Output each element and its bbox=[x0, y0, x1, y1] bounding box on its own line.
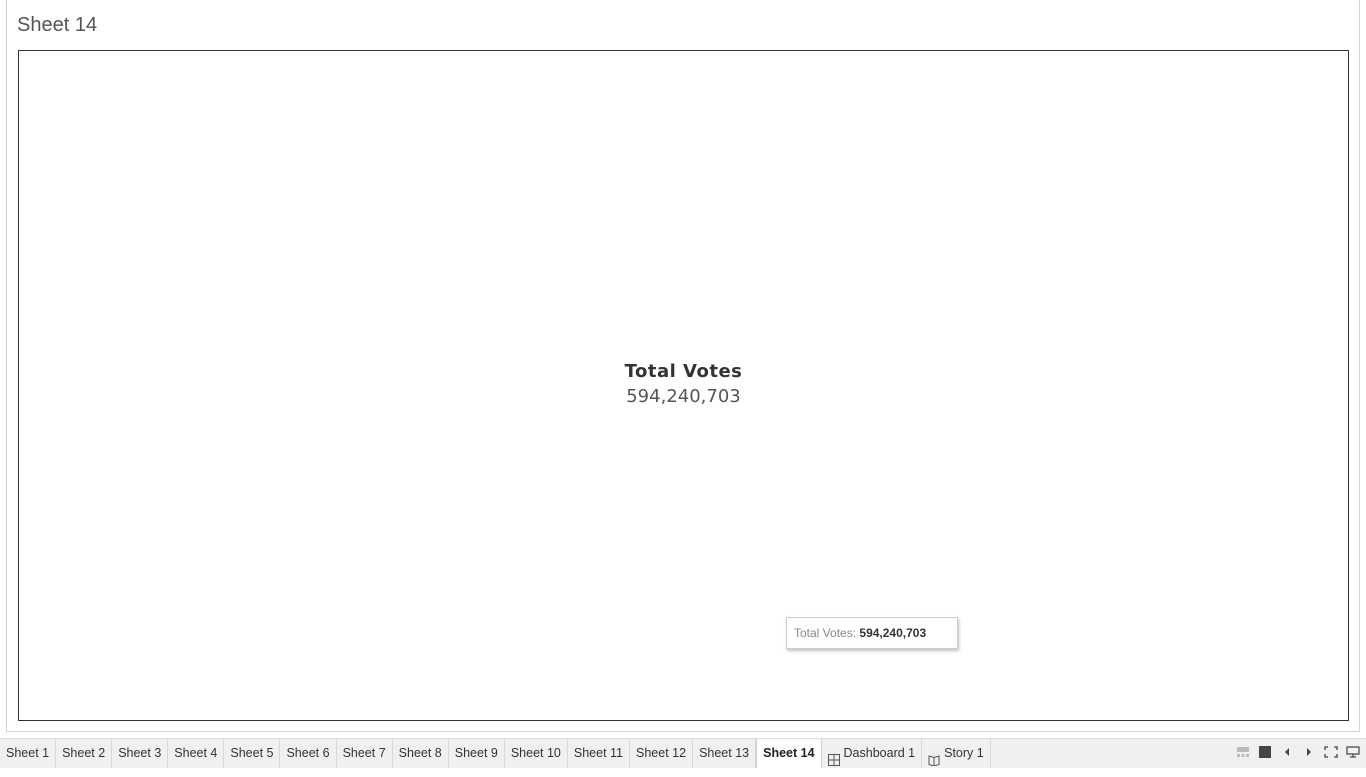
tab-story-1[interactable]: Story 1 bbox=[922, 739, 991, 768]
kpi-value: 594,240,703 bbox=[626, 386, 741, 407]
tooltip-key: Total Votes: bbox=[794, 626, 857, 640]
kpi-label: Total Votes bbox=[624, 361, 743, 382]
view-controls bbox=[1236, 744, 1360, 760]
tooltip: Total Votes: 594,240,703 bbox=[786, 617, 958, 649]
kpi-card[interactable]: Total Votes 594,240,703 bbox=[19, 361, 1348, 407]
tab-dashboard-1[interactable]: Dashboard 1 bbox=[822, 739, 923, 768]
tab-sheet-1[interactable]: Sheet 1 bbox=[0, 739, 57, 768]
tab-sheet-2[interactable]: Sheet 2 bbox=[56, 739, 113, 768]
tab-sheet-12[interactable]: Sheet 12 bbox=[630, 739, 694, 768]
next-sheet-icon[interactable] bbox=[1302, 744, 1316, 760]
show-tabs-icon[interactable] bbox=[1258, 744, 1272, 760]
tab-sheet-4[interactable]: Sheet 4 bbox=[168, 739, 225, 768]
story-icon bbox=[928, 748, 940, 767]
tab-sheet-9[interactable]: Sheet 9 bbox=[449, 739, 505, 768]
show-filmstrip-icon[interactable] bbox=[1236, 744, 1250, 760]
tooltip-value: 594,240,703 bbox=[859, 626, 927, 640]
previous-sheet-icon[interactable] bbox=[1280, 744, 1294, 760]
tab-sheet-7[interactable]: Sheet 7 bbox=[337, 739, 393, 768]
dashboard-icon bbox=[827, 748, 840, 766]
tab-sheet-3[interactable]: Sheet 3 bbox=[112, 739, 169, 768]
presentation-mode-icon[interactable] bbox=[1324, 744, 1338, 760]
tab-sheet-8[interactable]: Sheet 8 bbox=[393, 739, 449, 768]
sheet-title: Sheet 14 bbox=[17, 14, 98, 36]
tab-sheet-6[interactable]: Sheet 6 bbox=[280, 739, 337, 768]
sheet-tab-bar: Sheet 1 Sheet 2 Sheet 3 Sheet 4 Sheet 5 … bbox=[0, 738, 1366, 768]
tab-sheet-5[interactable]: Sheet 5 bbox=[224, 739, 281, 768]
tab-sheet-14[interactable]: Sheet 14 bbox=[756, 739, 822, 768]
tab-sheet-13[interactable]: Sheet 13 bbox=[693, 739, 757, 768]
viz-area[interactable]: Total Votes 594,240,703 bbox=[18, 50, 1349, 721]
tab-sheet-10[interactable]: Sheet 10 bbox=[505, 739, 568, 768]
device-preview-icon[interactable] bbox=[1346, 744, 1360, 760]
tab-sheet-11[interactable]: Sheet 11 bbox=[568, 739, 631, 768]
